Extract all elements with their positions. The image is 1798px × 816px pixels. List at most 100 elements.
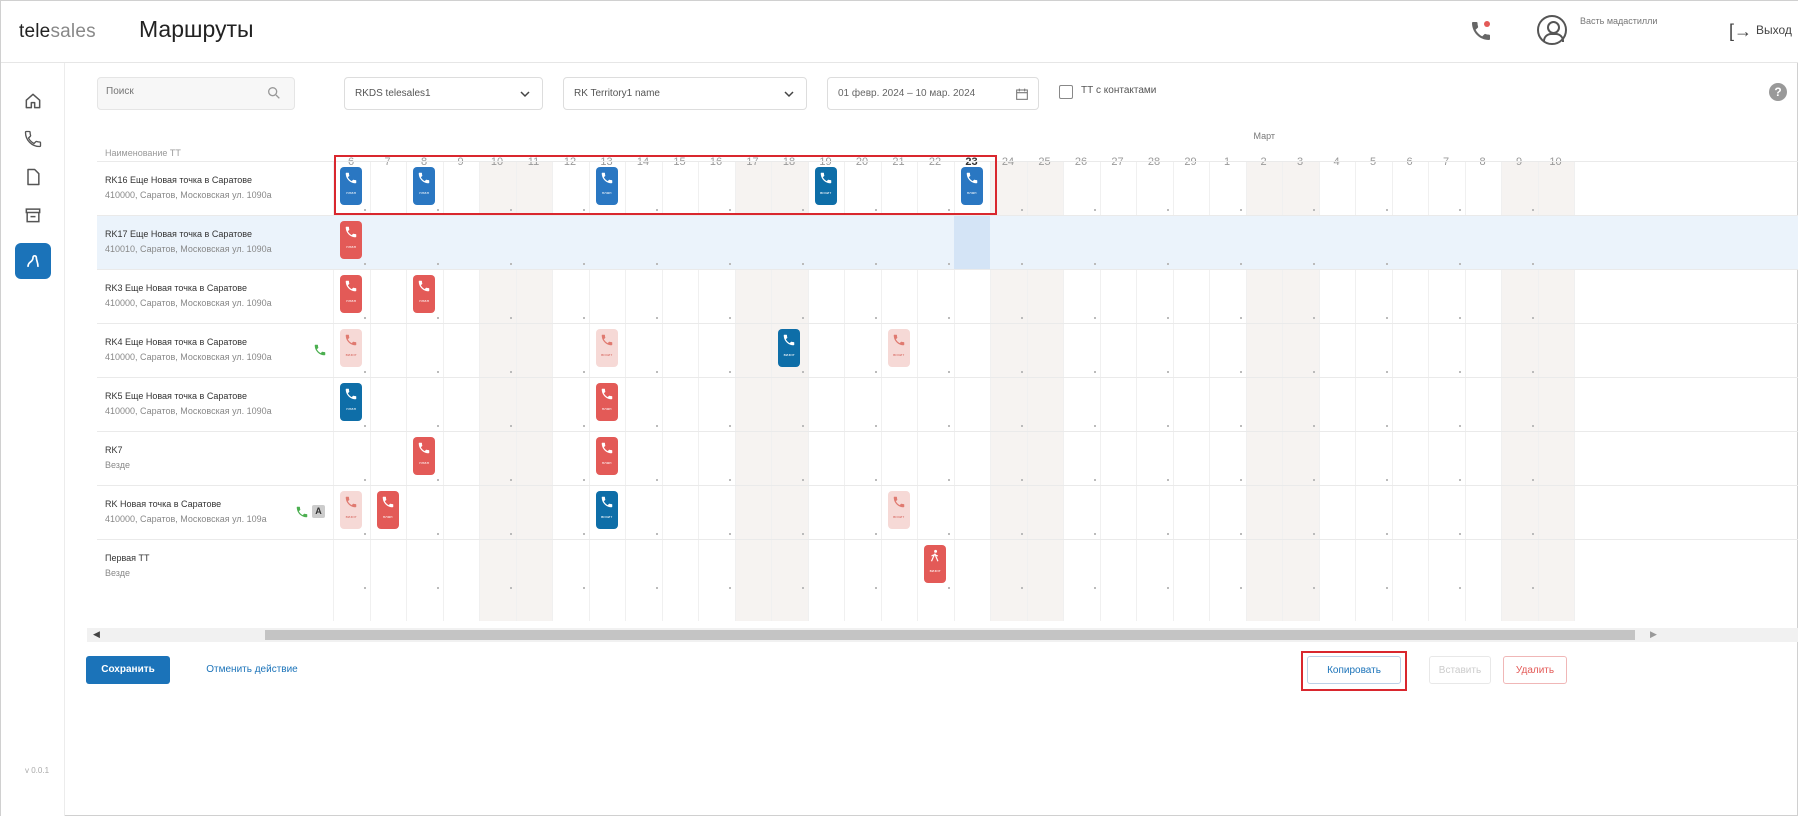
call-event[interactable]: план [595, 383, 618, 421]
call-event[interactable]: визит [887, 491, 910, 529]
cell-marker [655, 587, 658, 589]
call-event[interactable]: визит [595, 491, 618, 529]
cell-marker [509, 317, 512, 319]
user-name[interactable]: Васть мадастилли [1580, 16, 1657, 26]
cell-marker [509, 371, 512, 373]
cell-marker [1239, 479, 1242, 481]
selected-cell[interactable] [953, 216, 990, 269]
route-icon [27, 254, 39, 267]
sidebar-item-routes[interactable] [15, 243, 51, 279]
help-icon[interactable]: ? [1769, 83, 1787, 101]
search-icon[interactable] [266, 85, 282, 101]
contacts-checkbox-label[interactable]: ТТ с контактами [1081, 85, 1156, 96]
user-avatar-icon[interactable] [1537, 15, 1567, 45]
cell-marker [363, 371, 366, 373]
search-input[interactable] [106, 86, 256, 97]
outlet-name: RK7 [105, 445, 123, 455]
delete-button[interactable]: Удалить [1503, 656, 1567, 684]
cell-marker [1312, 479, 1315, 481]
incoming-call-icon[interactable] [1469, 19, 1493, 43]
document-icon [27, 168, 40, 186]
cell-marker [1458, 209, 1461, 211]
cell-marker [582, 263, 585, 265]
cell-marker [655, 263, 658, 265]
call-event[interactable]: план [413, 275, 436, 313]
app-logo[interactable]: telesales [19, 21, 96, 43]
cell-marker [947, 587, 950, 589]
call-event[interactable]: план [340, 383, 363, 421]
cell-marker [1166, 263, 1169, 265]
date-range-picker[interactable]: 01 февр. 2024 – 10 мар. 2024 [827, 77, 1039, 110]
cell-marker [1312, 587, 1315, 589]
cell-marker [1239, 317, 1242, 319]
contact-phone-icon [296, 506, 308, 518]
visit-event[interactable]: визит [924, 545, 947, 583]
undo-button[interactable]: Отменить действие [197, 656, 307, 684]
cell-marker [1531, 587, 1534, 589]
call-event[interactable]: визит [595, 329, 618, 367]
contact-icons: A [295, 505, 325, 519]
paste-button[interactable]: Вставить [1429, 656, 1491, 684]
sidebar-item-calls[interactable] [15, 121, 51, 157]
cell-marker [1093, 587, 1096, 589]
logout-link[interactable]: Выход [1756, 23, 1792, 37]
cell-marker [1312, 317, 1315, 319]
cell-marker [582, 317, 585, 319]
sidebar-item-documents[interactable] [15, 159, 51, 195]
call-event[interactable]: визит [340, 329, 363, 367]
horizontal-scrollbar[interactable]: ◀ ▶ [87, 628, 1798, 642]
version-text: v 0.0.1 [25, 766, 50, 775]
call-event[interactable]: план [595, 437, 618, 475]
cell-marker [1312, 533, 1315, 535]
cell-marker [363, 317, 366, 319]
call-event[interactable]: план [376, 491, 399, 529]
outlet-row[interactable]: Первая ТТ Везде [97, 539, 1798, 593]
sidebar-item-store[interactable] [15, 197, 51, 233]
cell-marker [582, 587, 585, 589]
outlet-address: 410000, Саратов, Московская ул. 1090а [105, 298, 272, 308]
cell-marker [947, 479, 950, 481]
cell-marker [655, 533, 658, 535]
cell-marker [1385, 425, 1388, 427]
phone-icon [24, 130, 42, 148]
calendar-icon[interactable] [1014, 86, 1030, 102]
cell-marker [1458, 263, 1461, 265]
call-event[interactable]: план [413, 437, 436, 475]
cell-marker [728, 479, 731, 481]
call-event[interactable]: визит [887, 329, 910, 367]
cell-marker [655, 317, 658, 319]
cell-marker [582, 479, 585, 481]
call-event[interactable]: план [340, 275, 363, 313]
territory-select-value: RK Territory1 name [574, 88, 660, 99]
cell-marker [1166, 587, 1169, 589]
call-event[interactable]: визит [340, 491, 363, 529]
outlet-address: 410010, Саратов, Московская ул. 1090а [105, 244, 272, 254]
call-event[interactable]: план [340, 221, 363, 259]
scroll-right-icon[interactable]: ▶ [1650, 629, 1657, 640]
name-column-header: Наименование ТТ [105, 148, 181, 158]
cell-marker [801, 371, 804, 373]
cell-marker [1239, 587, 1242, 589]
outlet-address: 410000, Саратов, Московская ул. 1090а [105, 352, 272, 362]
contacts-checkbox[interactable] [1059, 85, 1073, 99]
scrollbar-thumb[interactable] [265, 630, 1635, 640]
cell-marker [728, 263, 731, 265]
outlet-row[interactable]: RK7 Везде [97, 431, 1798, 485]
cell-marker [1093, 263, 1096, 265]
scroll-left-icon[interactable]: ◀ [93, 629, 100, 640]
call-event[interactable]: визит [778, 329, 801, 367]
sidebar-item-home[interactable] [15, 83, 51, 119]
cell-marker [947, 371, 950, 373]
event-status-label: план [419, 460, 430, 465]
cell-marker [1531, 479, 1534, 481]
cell-marker [1093, 425, 1096, 427]
team-select[interactable]: RKDS telesales1 [344, 77, 543, 110]
cell-marker [1458, 587, 1461, 589]
save-button[interactable]: Сохранить [86, 656, 170, 684]
search-box[interactable] [97, 77, 295, 110]
territory-select[interactable]: RK Territory1 name [563, 77, 807, 110]
cell-marker [1531, 263, 1534, 265]
outlet-address: 410000, Саратов, Московская ул. 1090а [105, 190, 272, 200]
event-status-label: визит [783, 352, 795, 357]
logout-icon[interactable]: [→ [1729, 21, 1752, 42]
